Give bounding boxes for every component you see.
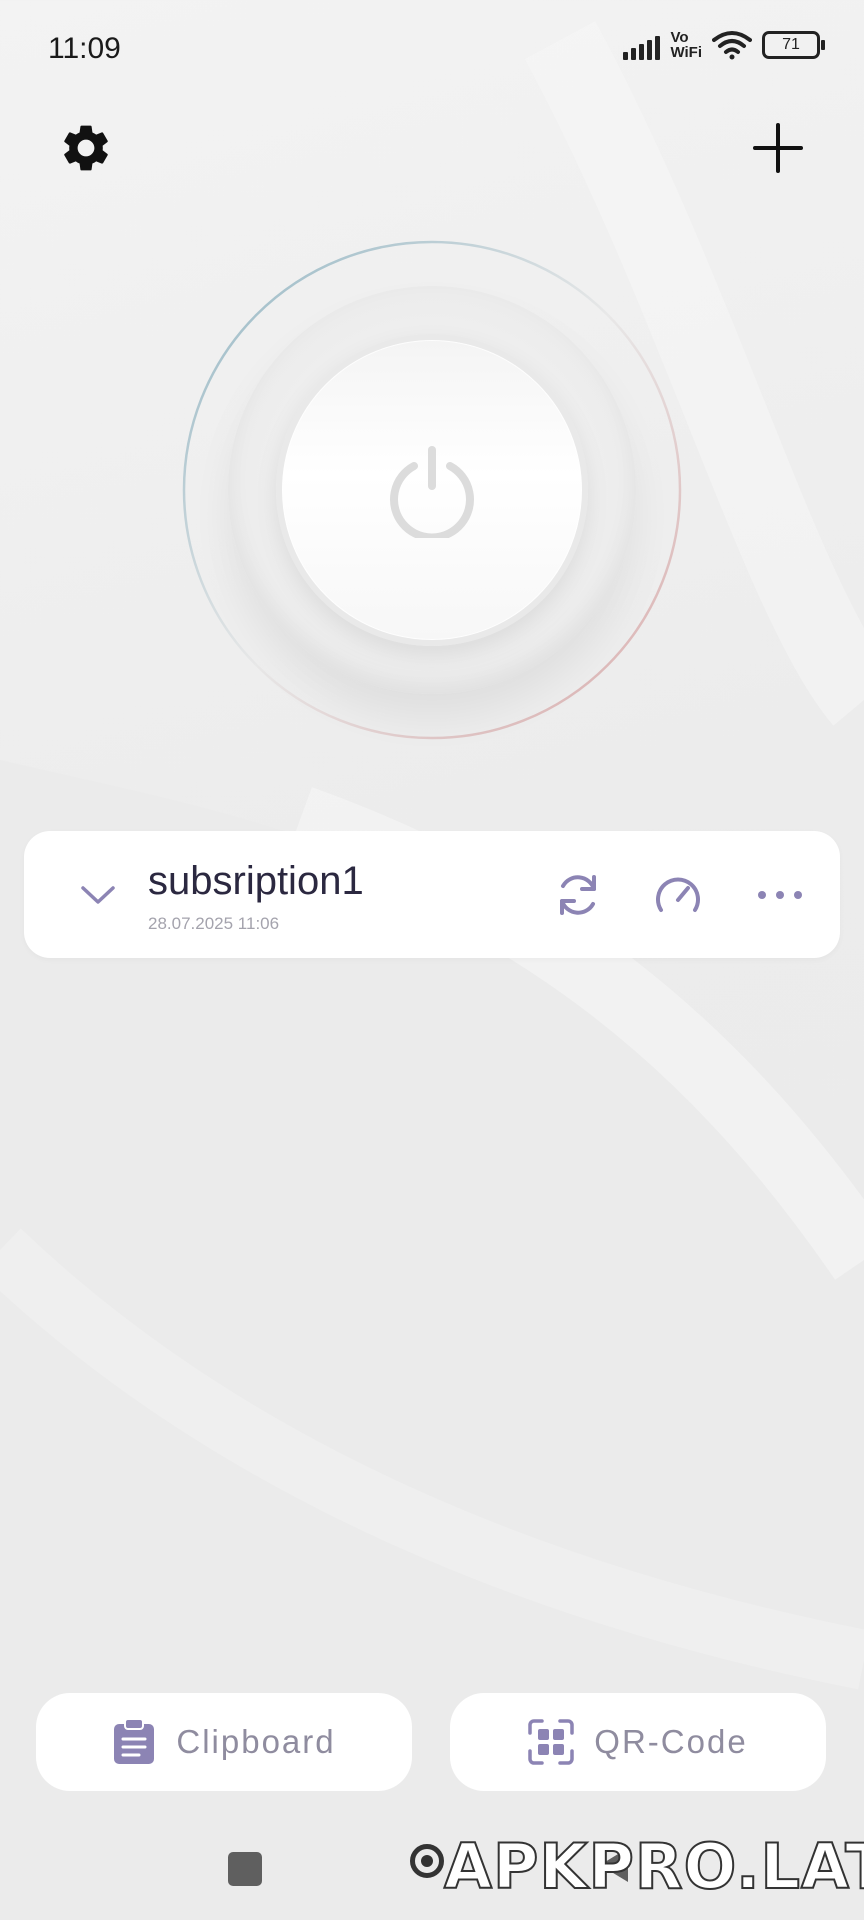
subscription-card[interactable]: subsription1 28.07.2025 11:06: [24, 831, 840, 958]
qr-code-button[interactable]: QR-Code: [450, 1693, 826, 1791]
settings-button[interactable]: [46, 108, 126, 188]
status-time: 11:09: [48, 32, 121, 65]
vowifi-label: Vo WiFi: [670, 30, 702, 60]
status-bar: 11:09 Vo WiFi 71: [0, 0, 864, 100]
speedtest-button[interactable]: [648, 865, 708, 925]
expand-button[interactable]: [74, 871, 122, 919]
power-control: [180, 238, 684, 742]
battery-level: 71: [782, 36, 800, 53]
vowifi-bottom: WiFi: [670, 44, 702, 61]
wifi-icon: [712, 31, 752, 60]
more-icon: [758, 891, 802, 899]
battery-icon: 71: [762, 31, 825, 59]
home-button[interactable]: [410, 1844, 444, 1878]
vowifi-top: Vo: [670, 29, 689, 46]
navigation-bar: [0, 1820, 864, 1920]
speedometer-icon: [656, 877, 700, 912]
power-icon: [390, 446, 474, 538]
refresh-icon: [560, 875, 596, 915]
refresh-button[interactable]: [548, 865, 608, 925]
clipboard-icon: [114, 1718, 155, 1764]
back-button[interactable]: [600, 1848, 628, 1882]
subscription-date: 28.07.2025 11:06: [148, 914, 280, 933]
recent-apps-button[interactable]: [228, 1852, 262, 1886]
clipboard-button[interactable]: Clipboard: [36, 1693, 412, 1791]
plus-icon: [753, 123, 803, 173]
chevron-down-icon: [81, 886, 115, 904]
clipboard-label: Clipboard: [176, 1723, 336, 1760]
more-button[interactable]: [750, 865, 810, 925]
power-button[interactable]: [276, 334, 588, 646]
qr-scan-icon: [528, 1719, 575, 1765]
status-icons: Vo WiFi 71: [623, 30, 825, 60]
add-button[interactable]: [738, 108, 818, 188]
qr-code-label: QR-Code: [594, 1723, 748, 1760]
subscription-name: subsription1: [148, 859, 364, 903]
gear-icon: [64, 125, 108, 171]
signal-icon: [623, 30, 661, 60]
